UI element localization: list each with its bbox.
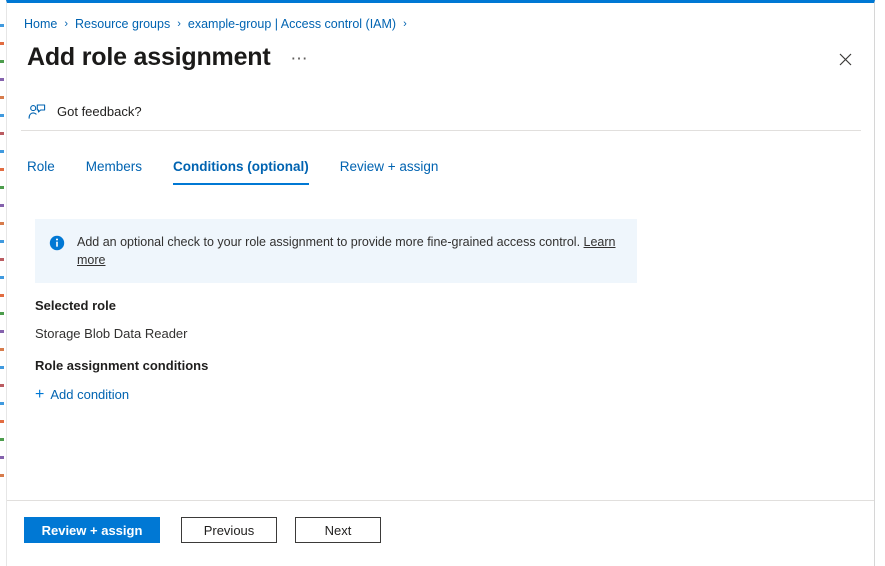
plus-icon: + <box>35 386 45 403</box>
add-role-assignment-blade: Home › Resource groups › example-group | Acc… <box>6 0 875 566</box>
background-fragment <box>0 258 4 261</box>
breadcrumb-separator-icon: › <box>403 18 407 30</box>
info-banner-text: Add an optional check to your role assig… <box>77 233 622 269</box>
info-circle-icon <box>49 235 65 251</box>
review-and-assign-button[interactable]: Review + assign <box>24 517 160 543</box>
breadcrumb: Home › Resource groups › example-group | Acc… <box>24 14 414 34</box>
background-fragment <box>0 330 4 333</box>
tab-role[interactable]: Role <box>27 158 55 185</box>
background-fragment <box>0 42 4 45</box>
add-condition-label: Add condition <box>50 387 130 402</box>
right-gutter <box>876 0 885 566</box>
breadcrumb-item-1[interactable]: Resource groups <box>75 14 170 34</box>
breadcrumb-separator-icon: › <box>64 18 69 30</box>
selected-role-heading: Selected role <box>35 298 116 313</box>
info-banner-message: Add an optional check to your role assig… <box>77 235 584 249</box>
breadcrumb-item-0[interactable]: Home <box>24 14 57 34</box>
background-fragment <box>0 438 4 441</box>
background-fragment <box>0 240 4 243</box>
background-fragment <box>0 168 4 171</box>
tab-review-assign[interactable]: Review + assign <box>340 158 439 185</box>
breadcrumb-item-2[interactable]: example-group | Access control (IAM) <box>188 14 396 34</box>
header-divider <box>21 130 861 131</box>
background-fragment <box>0 204 4 207</box>
ellipsis-icon[interactable]: ⋯ <box>290 50 309 68</box>
selected-role-value: Storage Blob Data Reader <box>35 326 188 341</box>
background-fragment <box>0 60 4 63</box>
next-button[interactable]: Next <box>295 517 381 543</box>
close-icon[interactable] <box>830 44 860 74</box>
background-fragment <box>0 474 4 477</box>
background-fragment <box>0 78 4 81</box>
background-fragment <box>0 294 4 297</box>
wizard-tabs: Role Members Conditions (optional) Review +… <box>27 158 469 188</box>
role-assignment-conditions-heading: Role assignment conditions <box>35 358 209 373</box>
background-fragment <box>0 114 4 117</box>
add-condition-button[interactable]: + Add condition <box>35 385 129 405</box>
background-fragment <box>0 222 4 225</box>
got-feedback-button[interactable]: Got feedback? <box>27 101 142 123</box>
tab-members[interactable]: Members <box>86 158 142 185</box>
previous-button[interactable]: Previous <box>181 517 277 543</box>
background-fragment <box>0 402 4 405</box>
page-title: Add role assignment <box>27 43 271 71</box>
background-fragment <box>0 456 4 459</box>
background-fragment <box>0 96 4 99</box>
background-fragment <box>0 312 4 315</box>
background-fragment <box>0 276 4 279</box>
background-fragment <box>0 150 4 153</box>
footer-actions: Review + assign Previous Next <box>7 501 874 566</box>
title-row: Add role assignment ⋯ <box>27 41 309 73</box>
background-fragment <box>0 348 4 351</box>
background-fragment <box>0 132 4 135</box>
got-feedback-label: Got feedback? <box>57 104 142 119</box>
breadcrumb-separator-icon: › <box>177 18 181 30</box>
background-fragment <box>0 24 4 27</box>
background-fragment <box>0 420 4 423</box>
background-fragment <box>0 384 4 387</box>
info-banner: Add an optional check to your role assig… <box>35 219 637 283</box>
background-fragment <box>0 366 4 369</box>
background-fragment <box>0 186 4 189</box>
tab-conditions-optional[interactable]: Conditions (optional) <box>173 158 309 185</box>
person-feedback-icon <box>27 102 47 122</box>
